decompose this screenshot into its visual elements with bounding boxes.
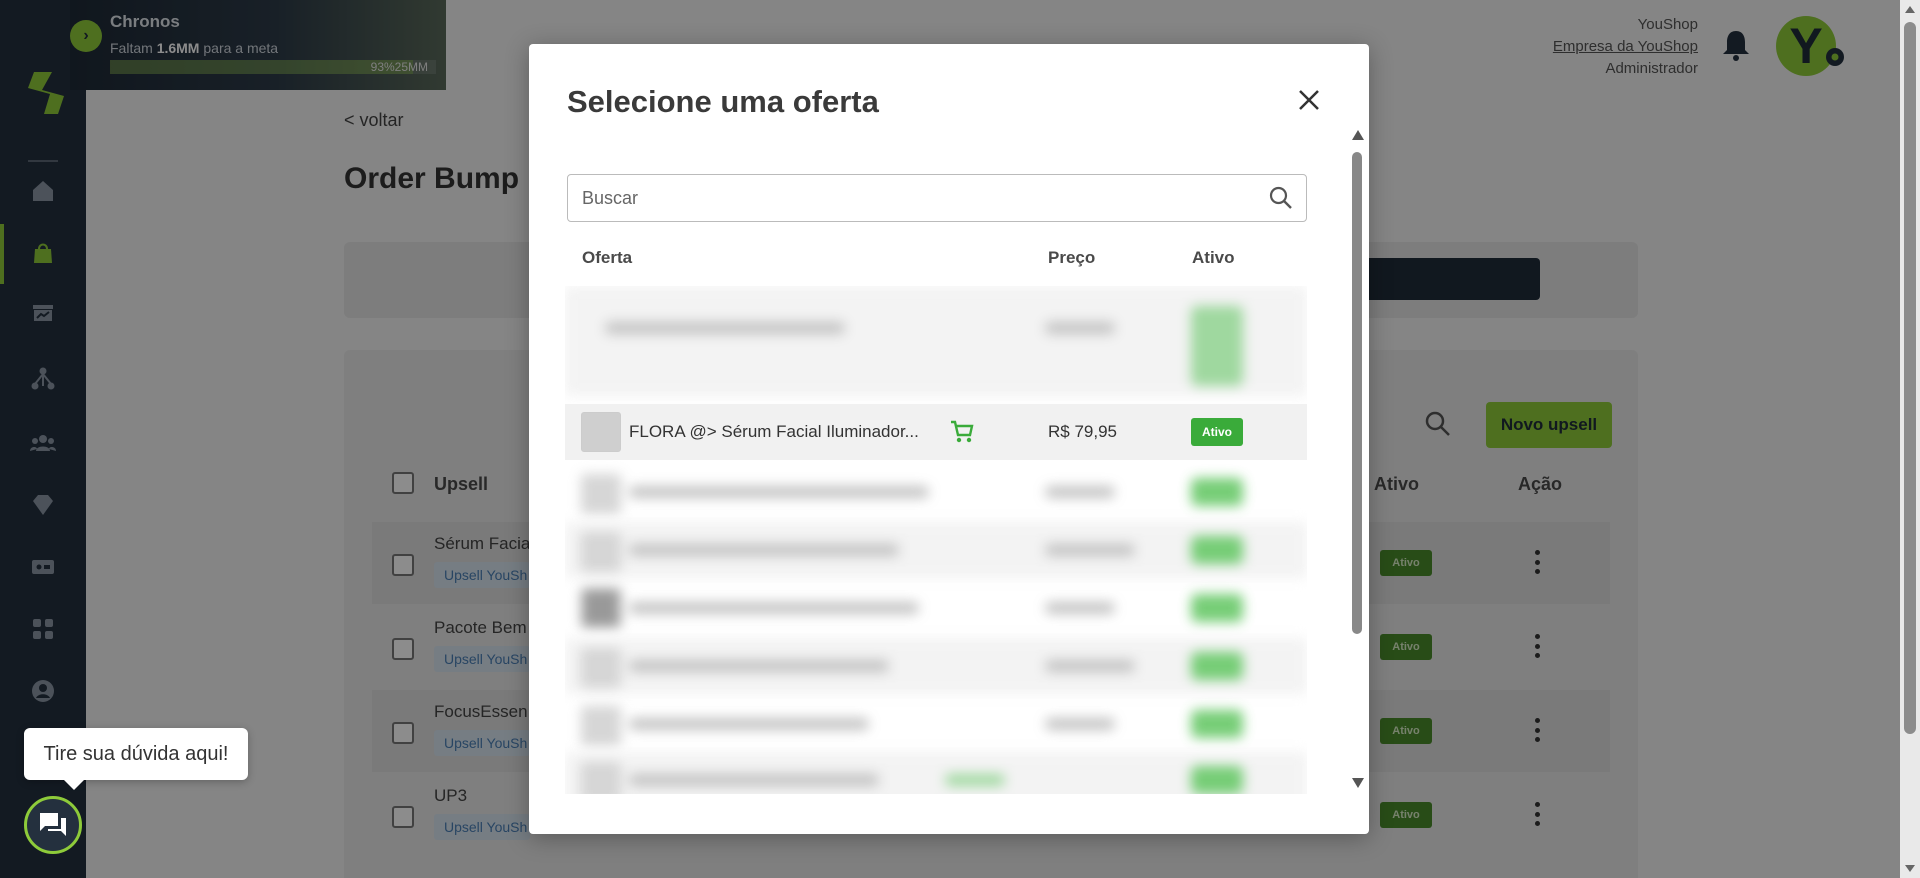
list-item[interactable] — [565, 696, 1307, 752]
list-item[interactable] — [565, 464, 1307, 520]
page-scrollbar[interactable] — [1900, 0, 1920, 878]
chat-button[interactable] — [24, 796, 82, 854]
select-offer-modal: Selecione uma oferta Oferta Preço Ativo … — [529, 44, 1369, 834]
list-item[interactable] — [565, 752, 1307, 794]
column-header-price: Preço — [1048, 248, 1096, 267]
offer-thumbnail — [581, 412, 621, 452]
cart-icon — [951, 420, 974, 443]
column-header-offer: Oferta — [582, 248, 633, 267]
modal-scrollbar[interactable] — [1349, 130, 1365, 788]
status-badge: Ativo — [1191, 418, 1243, 446]
list-item[interactable]: FLORA @> Sérum Facial Iluminador... R$ 7… — [565, 404, 1307, 460]
search-icon[interactable] — [1268, 185, 1294, 211]
search-field — [567, 174, 1307, 222]
column-header-active: Ativo — [1192, 248, 1235, 267]
offer-list: FLORA @> Sérum Facial Iluminador... R$ 7… — [565, 286, 1307, 794]
list-item[interactable] — [565, 286, 1307, 396]
chat-icon — [40, 813, 66, 836]
offer-name: FLORA @> Sérum Facial Iluminador... — [629, 422, 919, 441]
search-input[interactable] — [568, 175, 1258, 221]
close-icon[interactable] — [1295, 86, 1323, 114]
list-item[interactable] — [565, 638, 1307, 694]
help-tooltip: Tire sua dúvida aqui! — [24, 728, 248, 790]
list-item[interactable] — [565, 522, 1307, 578]
offer-price: R$ 79,95 — [1048, 422, 1117, 441]
modal-title: Selecione uma oferta — [567, 84, 879, 119]
list-item[interactable] — [565, 580, 1307, 636]
